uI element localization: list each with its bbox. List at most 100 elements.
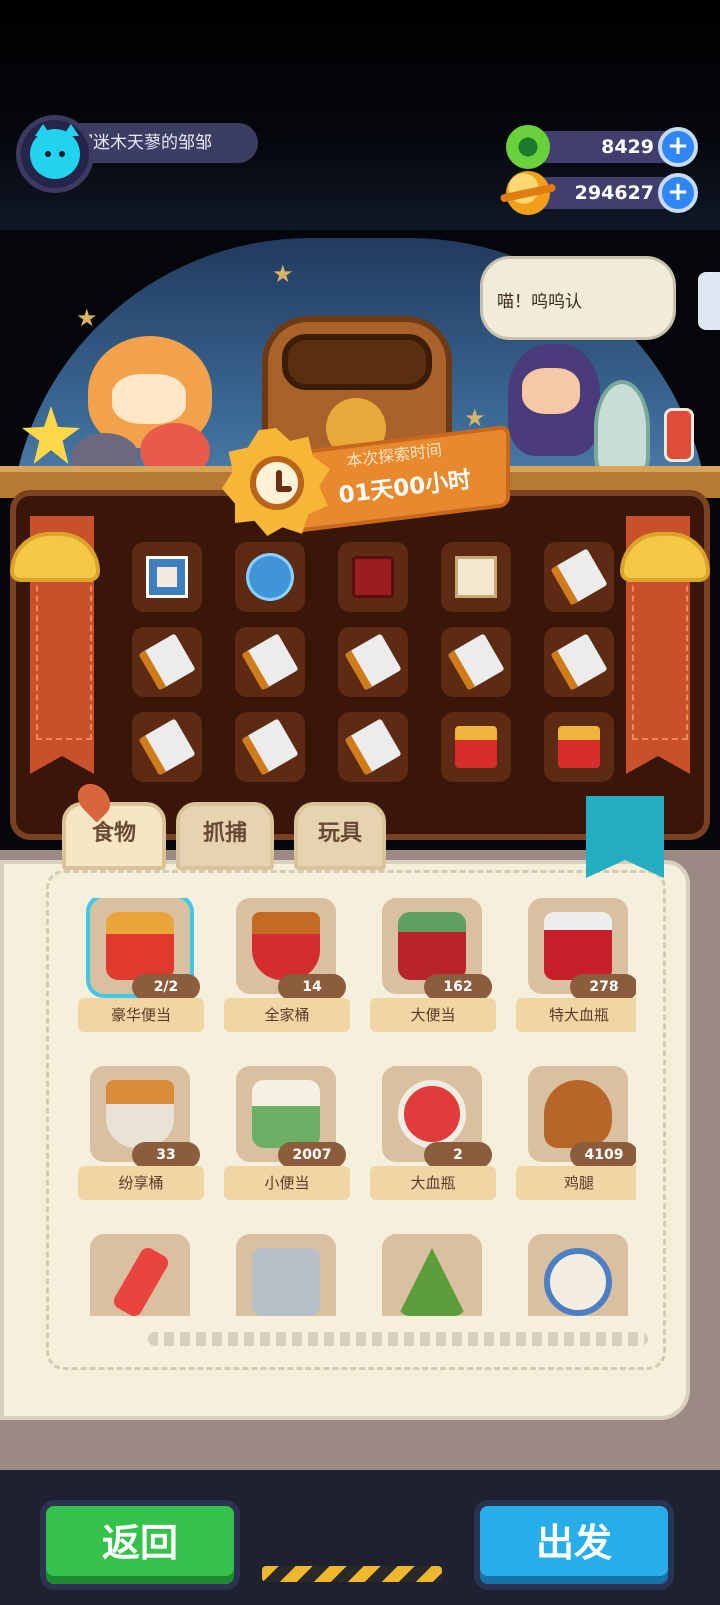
food-item-card[interactable]: 2/2 豪华便当 bbox=[76, 898, 204, 1048]
reward-slot[interactable] bbox=[544, 712, 614, 782]
blue-skull-icon bbox=[249, 556, 291, 598]
certificate-icon bbox=[455, 556, 497, 598]
scroll-paper-icon bbox=[241, 633, 299, 691]
tab-food-label: 食物 bbox=[91, 821, 136, 846]
star-icon: ★ bbox=[76, 304, 98, 332]
scroll-paper-icon bbox=[138, 718, 196, 776]
food-item-label: 纷享桶 bbox=[78, 1166, 204, 1200]
reward-slot[interactable] bbox=[338, 542, 408, 612]
food-item-label: 大血瓶 bbox=[370, 1166, 496, 1200]
photo-card-icon bbox=[146, 556, 188, 598]
speech-bubble: 喵！呜呜认 bbox=[480, 256, 676, 340]
reward-slot[interactable] bbox=[132, 712, 202, 782]
clock-icon bbox=[250, 456, 304, 510]
reward-slot[interactable] bbox=[235, 542, 305, 612]
back-button[interactable]: 返回 bbox=[40, 1500, 240, 1590]
food-item-card[interactable]: 14 全家桶 bbox=[222, 898, 350, 1048]
food-item-card[interactable] bbox=[222, 1234, 348, 1316]
food-item-label: 全家桶 bbox=[224, 998, 350, 1032]
tab-catch-label: 抓捕 bbox=[202, 821, 247, 846]
reward-panel bbox=[10, 490, 710, 840]
scroll-paper-icon bbox=[550, 548, 608, 606]
food-item-grid[interactable]: 2/2 豪华便当 14 全家桶 162 大便当 278 特大血瓶 33 纷享桶 2007 小便当 2 大血… bbox=[76, 898, 636, 1316]
rocket-icon bbox=[594, 380, 650, 476]
planet-currency: 294627 + bbox=[506, 171, 698, 215]
side-handle-icon[interactable] bbox=[698, 272, 720, 330]
tab-catch[interactable]: 抓捕 bbox=[176, 802, 274, 870]
red-giftbox-icon bbox=[352, 556, 394, 598]
food-item-label: 大便当 bbox=[370, 998, 496, 1032]
food-item-card[interactable] bbox=[76, 1234, 202, 1316]
scroll-paper-icon bbox=[138, 633, 196, 691]
food-item-card[interactable]: 4109 鸡腿 bbox=[514, 1066, 636, 1216]
reward-slot[interactable] bbox=[441, 712, 511, 782]
potion-icon bbox=[398, 1080, 466, 1148]
food-item-count: 2/2 bbox=[132, 974, 200, 1000]
add-donut-button[interactable]: + bbox=[658, 127, 698, 167]
big-icon bbox=[398, 912, 466, 980]
food-item-count: 2007 bbox=[278, 1142, 346, 1168]
food-item-count: 278 bbox=[570, 974, 636, 1000]
food-item-label: 特大血瓶 bbox=[516, 998, 636, 1032]
player-profile[interactable]: 沉迷木天蓼的邹邹 bbox=[16, 115, 258, 193]
food-item-card[interactable]: 33 纷享桶 bbox=[76, 1066, 204, 1216]
planet-coin-icon bbox=[506, 171, 550, 215]
scroll-paper-icon bbox=[550, 633, 608, 691]
reward-slot[interactable] bbox=[441, 542, 511, 612]
add-planet-button[interactable]: + bbox=[658, 173, 698, 213]
food-item-card[interactable]: 2007 小便当 bbox=[222, 1066, 350, 1216]
food-item-card[interactable]: 2 大血瓶 bbox=[368, 1066, 496, 1216]
reward-slot[interactable] bbox=[544, 542, 614, 612]
depart-button[interactable]: 出发 bbox=[474, 1500, 674, 1590]
player-avatar[interactable] bbox=[16, 115, 94, 193]
reward-slot[interactable] bbox=[544, 627, 614, 697]
cat-ear-icon bbox=[35, 124, 51, 136]
tab-food[interactable]: 食物 bbox=[62, 802, 166, 870]
reward-slot[interactable] bbox=[235, 627, 305, 697]
cat-face-icon bbox=[30, 129, 80, 179]
blurred-hint-text bbox=[148, 1332, 648, 1346]
reward-slot[interactable] bbox=[338, 627, 408, 697]
scroll-paper-icon bbox=[344, 633, 402, 691]
cat-ear-icon bbox=[63, 124, 79, 136]
can-icon bbox=[252, 1248, 320, 1316]
hazard-stripe bbox=[262, 1566, 442, 1582]
food-item-card[interactable] bbox=[368, 1234, 494, 1316]
bento-box-icon bbox=[558, 726, 600, 768]
food-item-label: 豪华便当 bbox=[78, 998, 204, 1032]
tab-toy[interactable]: 玩具 bbox=[294, 802, 386, 870]
top-hud: 沉迷木天蓼的邹邹 8429 + 294627 + bbox=[0, 0, 720, 230]
reward-slot[interactable] bbox=[441, 627, 511, 697]
bucket-icon bbox=[252, 912, 320, 980]
tab-toy-label: 玩具 bbox=[317, 821, 362, 846]
food-item-card[interactable]: 278 特大血瓶 bbox=[514, 898, 636, 1048]
food-item-count: 33 bbox=[132, 1142, 200, 1168]
reward-grid bbox=[132, 542, 614, 782]
bento-icon bbox=[106, 912, 174, 980]
food-item-card[interactable] bbox=[514, 1234, 636, 1316]
reward-slot[interactable] bbox=[338, 712, 408, 782]
food-item-count: 162 bbox=[424, 974, 492, 1000]
planet-currency-value: 294627 bbox=[574, 182, 654, 204]
scroll-paper-icon bbox=[241, 718, 299, 776]
reward-slot[interactable] bbox=[132, 627, 202, 697]
leg-icon bbox=[544, 1080, 612, 1148]
food-item-label: 鸡腿 bbox=[516, 1166, 636, 1200]
exploration-timer: 本次探索时间 01天00小时 bbox=[222, 424, 512, 540]
player-name: 沉迷木天蓼的邹邹 bbox=[76, 133, 212, 153]
reward-slot[interactable] bbox=[132, 542, 202, 612]
bento-box-icon bbox=[455, 726, 497, 768]
bottleXL-icon bbox=[544, 912, 612, 980]
scroll-paper-icon bbox=[344, 718, 402, 776]
donut-currency: 8429 + bbox=[506, 125, 698, 169]
donut-coin-icon bbox=[506, 125, 550, 169]
potion-bottle-icon bbox=[664, 408, 694, 462]
star-icon: ★ bbox=[272, 260, 294, 288]
food-item-card[interactable]: 162 大便当 bbox=[368, 898, 496, 1048]
purple-cat-character bbox=[508, 344, 600, 456]
food-item-count: 2 bbox=[424, 1142, 492, 1168]
food-item-count: 14 bbox=[278, 974, 346, 1000]
reward-slot[interactable] bbox=[235, 712, 305, 782]
speech-bubble-text: 喵！呜呜认 bbox=[497, 292, 582, 312]
food-item-label: 小便当 bbox=[224, 1166, 350, 1200]
